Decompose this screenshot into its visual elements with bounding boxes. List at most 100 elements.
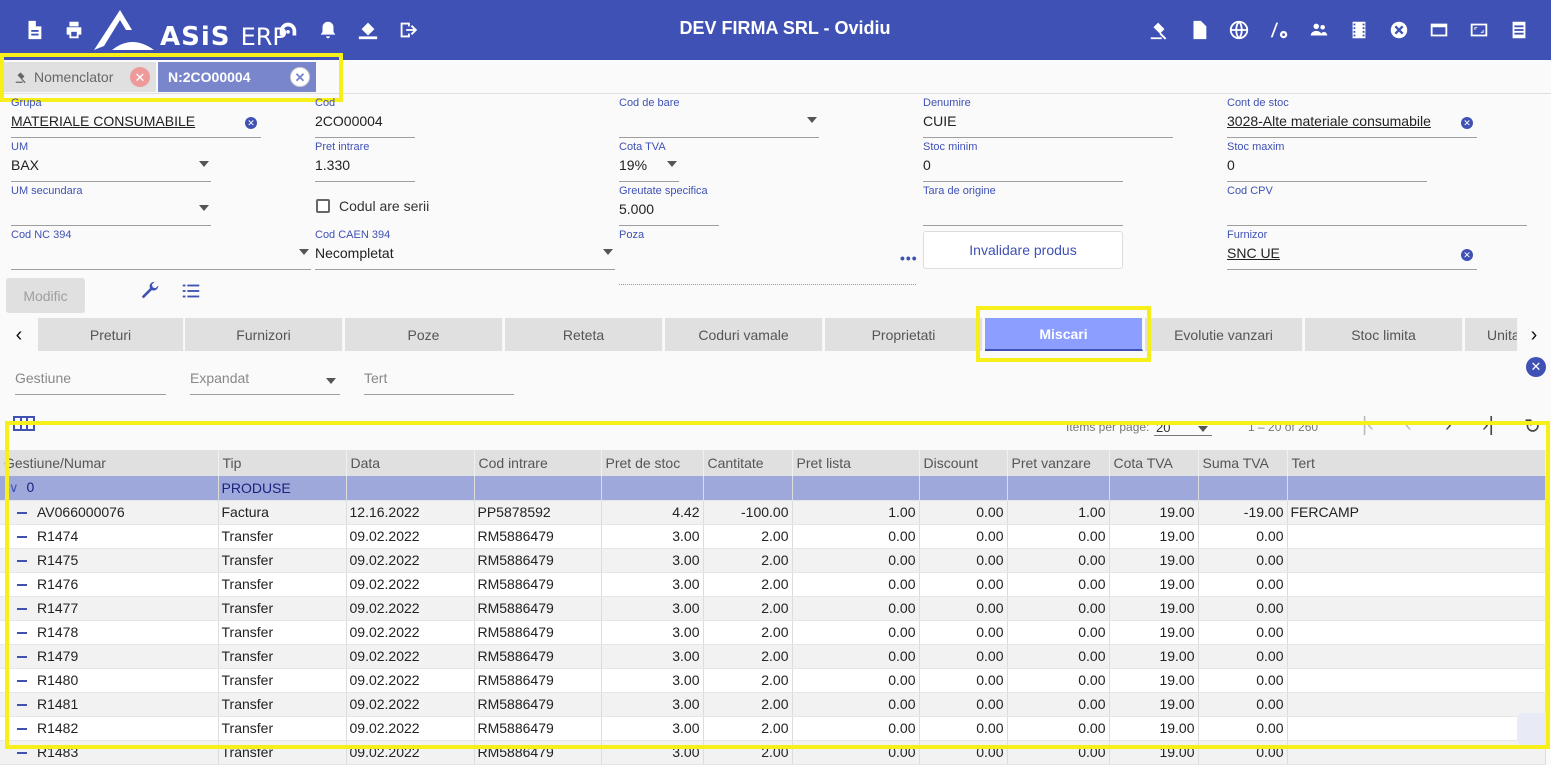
tab-furnizori[interactable]: Furnizori	[185, 318, 343, 351]
close-tab-icon[interactable]: ✕	[130, 67, 150, 87]
bell-icon[interactable]	[316, 18, 340, 42]
greutate-field[interactable]: Greutate specifica 5.000	[619, 185, 719, 226]
last-page-icon[interactable]: ›|	[1482, 414, 1494, 437]
table-row[interactable]: R1481 Transfer 09.02.2022 RM5886479 3.00 2.00…	[0, 692, 1546, 717]
invalidare-button[interactable]: Invalidare produs	[923, 231, 1123, 269]
chevron-down-icon[interactable]	[199, 205, 209, 211]
clear-icon[interactable]: ✕	[1461, 117, 1473, 129]
tab-proprietati[interactable]: Proprietati	[825, 318, 983, 351]
list-icon[interactable]	[180, 280, 204, 302]
paint-bucket-icon[interactable]	[356, 18, 380, 42]
table-row[interactable]: R1482 Transfer 09.02.2022 RM5886479 3.00 2.00…	[0, 716, 1546, 741]
column-header[interactable]: Data	[346, 450, 475, 476]
close-circle-icon[interactable]	[1387, 18, 1411, 42]
chevron-down-icon[interactable]	[1198, 426, 1208, 432]
table-row[interactable]: AV066000076 Factura 12.16.2022 PP5878592 4.4…	[0, 500, 1546, 525]
chevron-down-icon[interactable]	[299, 249, 309, 255]
refresh-icon[interactable]: ↻	[1524, 414, 1541, 439]
modific-button[interactable]: Modific	[6, 278, 85, 313]
cod-cpv-field[interactable]: Cod CPV	[1227, 185, 1527, 226]
tert-filter[interactable]: Tert	[364, 370, 514, 395]
exit-icon[interactable]	[396, 18, 420, 42]
collapse-icon[interactable]	[17, 752, 27, 755]
first-page-icon[interactable]: |‹	[1362, 414, 1374, 437]
column-header[interactable]: Discount	[919, 450, 1008, 476]
expand-chevron-icon[interactable]: ∨	[9, 480, 19, 496]
collapse-icon[interactable]	[17, 512, 27, 515]
furnizor-field[interactable]: Furnizor SNC UE ✕	[1227, 229, 1477, 270]
cod-caen-field[interactable]: Cod CAEN 394 Necompletat	[315, 229, 615, 270]
column-header[interactable]: Pret vanzare	[1007, 450, 1110, 476]
column-header[interactable]: Cantitate	[703, 450, 793, 476]
collapse-icon[interactable]	[17, 632, 27, 635]
chevron-down-icon[interactable]	[603, 249, 613, 255]
tab-product[interactable]: N:2CO00004 ✕	[158, 62, 316, 92]
tab-nomenclator[interactable]: Nomenclator ✕	[4, 62, 156, 92]
chevron-down-icon[interactable]	[326, 378, 336, 384]
fullscreen-icon[interactable]	[1467, 18, 1491, 42]
tab-reteta[interactable]: Reteta	[505, 318, 663, 351]
column-header[interactable]: Cod intrare	[474, 450, 602, 476]
column-header[interactable]: Tip	[218, 450, 347, 476]
wrench-icon[interactable]	[139, 280, 163, 302]
chevron-down-icon[interactable]	[667, 161, 677, 167]
denumire-field[interactable]: Denumire CUIE	[923, 97, 1173, 138]
cod-field[interactable]: Cod 2CO00004	[315, 97, 415, 138]
chevron-right-icon[interactable]: ›	[1524, 323, 1544, 347]
close-filters-icon[interactable]: ✕	[1526, 357, 1546, 377]
column-header[interactable]: Tert	[1287, 450, 1546, 476]
stoc-minim-field[interactable]: Stoc minim 0	[923, 141, 1123, 182]
chevron-down-icon[interactable]	[199, 161, 209, 167]
collapse-icon[interactable]	[17, 728, 27, 731]
grid-settings-icon[interactable]	[13, 414, 35, 432]
collapse-icon[interactable]	[17, 560, 27, 563]
table-row[interactable]: R1477 Transfer 09.02.2022 RM5886479 3.00 2.00…	[0, 596, 1546, 621]
tab-stoc-limita[interactable]: Stoc limita	[1305, 318, 1463, 351]
cont-stoc-field[interactable]: Cont de stoc 3028-Alte materiale consuma…	[1227, 97, 1477, 138]
column-header[interactable]: Pret lista	[792, 450, 920, 476]
expandat-filter[interactable]: Expandat	[190, 370, 340, 395]
menu-list-icon[interactable]	[1507, 18, 1531, 42]
chevron-down-icon[interactable]	[807, 117, 817, 123]
items-per-page-select[interactable]: 20	[1156, 420, 1170, 435]
more-icon[interactable]: •••	[900, 250, 918, 266]
column-header[interactable]: Pret de stoc	[601, 450, 704, 476]
tab-poze[interactable]: Poze	[345, 318, 503, 351]
pret-intrare-field[interactable]: Pret intrare 1.330	[315, 141, 415, 182]
column-header[interactable]: Gestiune/Numar	[0, 450, 219, 476]
table-row[interactable]: R1480 Transfer 09.02.2022 RM5886479 3.00 2.00…	[0, 668, 1546, 693]
table-row[interactable]: R1476 Transfer 09.02.2022 RM5886479 3.00 2.00…	[0, 572, 1546, 597]
table-row[interactable]: R1478 Transfer 09.02.2022 RM5886479 3.00 2.00…	[0, 620, 1546, 645]
tab-coduri-vamale[interactable]: Coduri vamale	[665, 318, 823, 351]
collapse-icon[interactable]	[17, 536, 27, 539]
file-icon[interactable]	[1187, 18, 1211, 42]
window-icon[interactable]	[1427, 18, 1451, 42]
close-tab-icon[interactable]: ✕	[290, 67, 310, 87]
collapse-icon[interactable]	[17, 584, 27, 587]
clear-icon[interactable]: ✕	[1461, 249, 1473, 261]
column-header[interactable]: Suma TVA	[1198, 450, 1288, 476]
um-field[interactable]: UM BAX	[11, 141, 211, 182]
cota-tva-field[interactable]: Cota TVA 19%	[619, 141, 679, 182]
globe-icon[interactable]	[1227, 18, 1251, 42]
print-icon[interactable]	[62, 18, 86, 42]
table-row[interactable]: R1483 Transfer 09.02.2022 RM5886479 3.00 2.00…	[0, 740, 1546, 765]
tab-evolutie-vanzari[interactable]: Evolutie vanzari	[1145, 318, 1303, 351]
layout-toggle-icon[interactable]	[1517, 713, 1549, 745]
table-row[interactable]: R1479 Transfer 09.02.2022 RM5886479 3.00 2.00…	[0, 644, 1546, 669]
gestiune-filter[interactable]: Gestiune	[15, 370, 166, 395]
cod-bare-field[interactable]: Cod de bare	[619, 97, 819, 138]
film-icon[interactable]	[1347, 18, 1371, 42]
tab-preturi[interactable]: Preturi	[38, 318, 184, 351]
tab-miscari[interactable]: Miscari	[985, 318, 1143, 351]
tara-field[interactable]: Tara de origine	[923, 185, 1123, 226]
collapse-icon[interactable]	[17, 608, 27, 611]
poza-field[interactable]: Poza	[619, 229, 916, 270]
tab-unitati[interactable]: Unita	[1465, 318, 1518, 351]
cod-nc-field[interactable]: Cod NC 394	[11, 229, 311, 270]
collapse-icon[interactable]	[17, 704, 27, 707]
document-icon[interactable]	[22, 18, 46, 42]
previous-page-icon[interactable]: ‹	[1405, 414, 1412, 437]
collapse-icon[interactable]	[17, 680, 27, 683]
clear-icon[interactable]: ✕	[245, 117, 257, 129]
